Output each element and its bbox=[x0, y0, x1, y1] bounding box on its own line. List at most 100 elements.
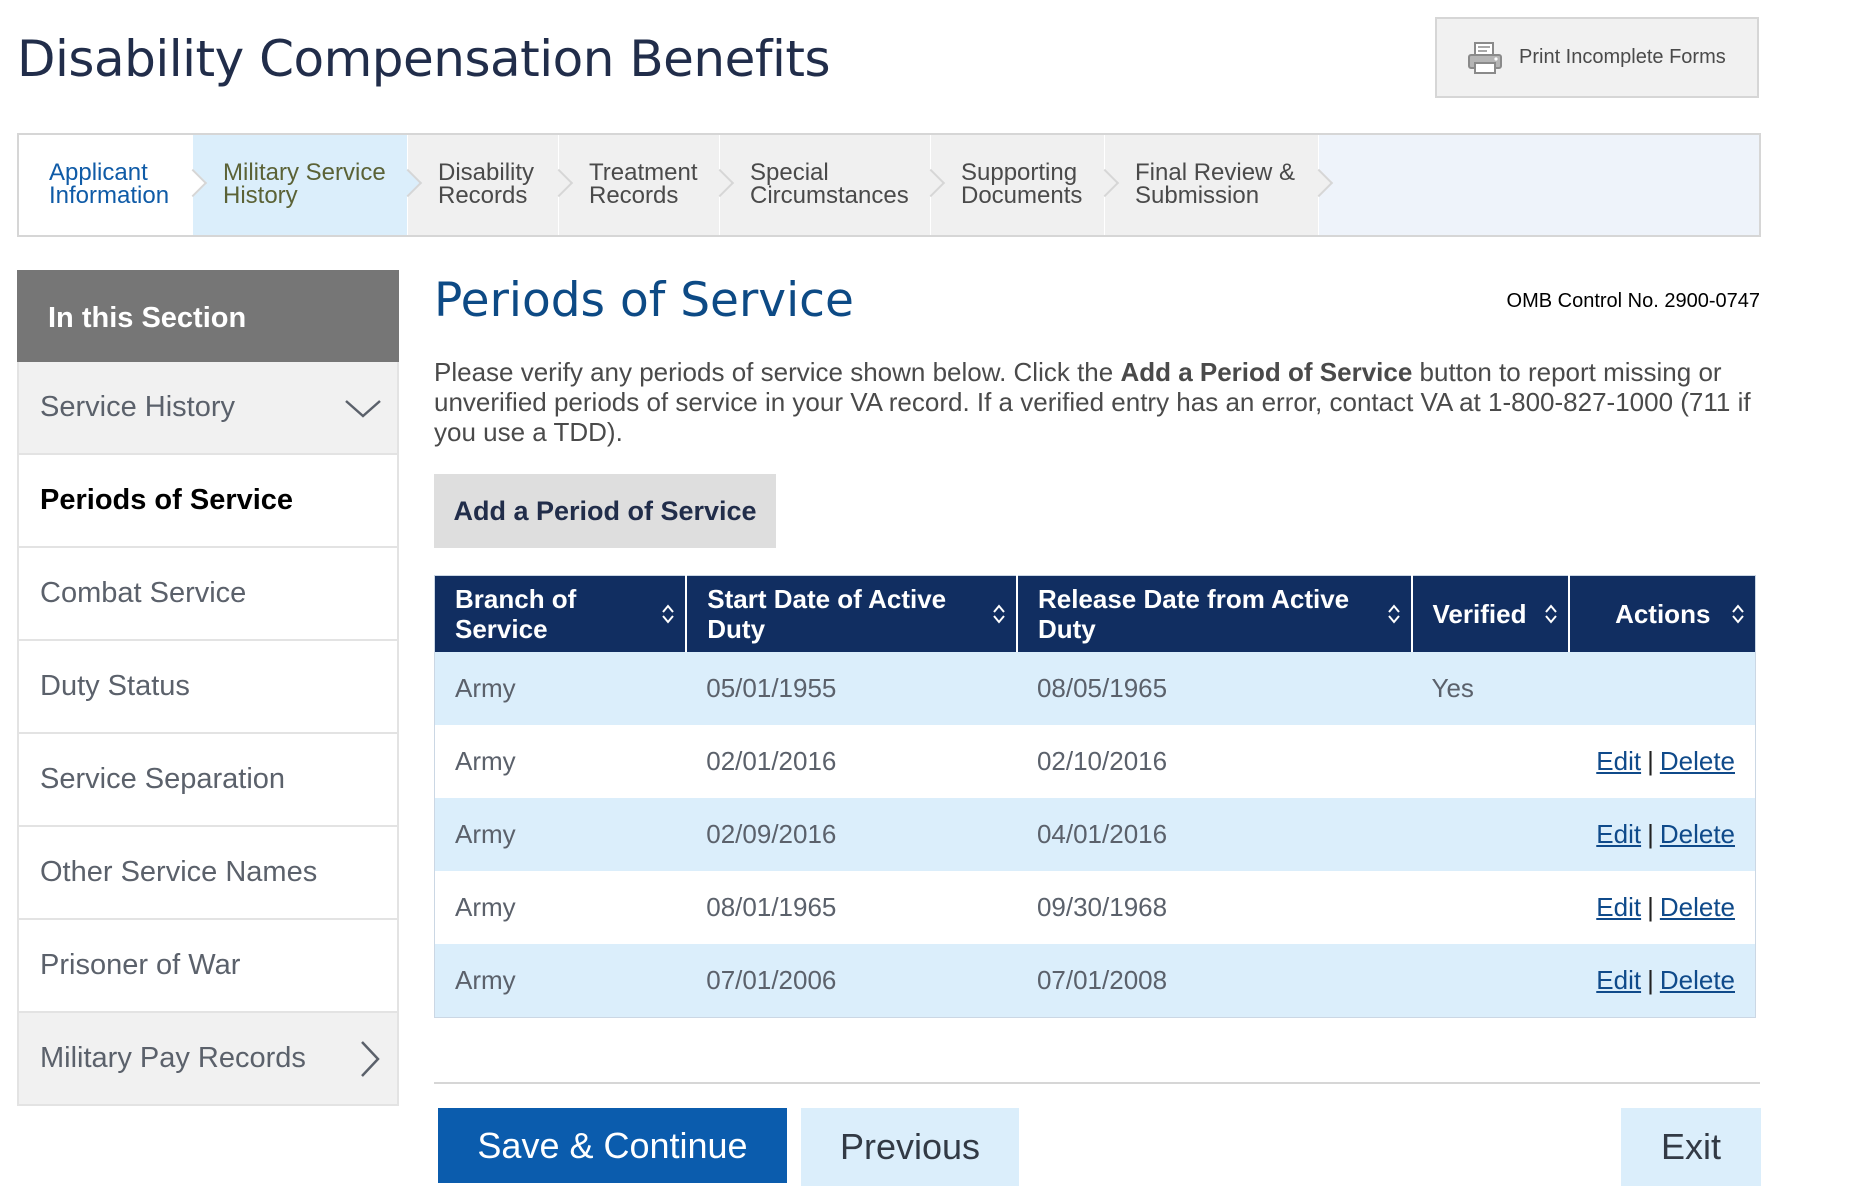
column-header-verified[interactable]: Verified bbox=[1411, 575, 1571, 652]
table-row: Army 07/01/2006 07/01/2008 Edit | Delete bbox=[434, 944, 1756, 1017]
sidebar-item-label: Other Service Names bbox=[40, 856, 318, 888]
tab-label-line1: Military Service bbox=[223, 159, 386, 186]
tab-applicant-information[interactable]: Applicant Information bbox=[19, 135, 193, 235]
sort-icon bbox=[1732, 604, 1744, 624]
tab-special-circumstances[interactable]: Special Circumstances bbox=[720, 135, 931, 235]
cell-branch: Army bbox=[434, 871, 687, 944]
add-period-of-service-button[interactable]: Add a Period of Service bbox=[434, 474, 776, 548]
tab-label-line1: Treatment bbox=[589, 159, 698, 186]
column-header-start-date[interactable]: Start Date of Active Duty bbox=[686, 575, 1018, 652]
action-separator: | bbox=[1647, 964, 1654, 995]
delete-link[interactable]: Delete bbox=[1660, 746, 1735, 776]
cell-actions bbox=[1569, 652, 1756, 725]
tab-military-service-history[interactable]: Military Service History bbox=[193, 135, 408, 235]
exit-button[interactable]: Exit bbox=[1621, 1108, 1761, 1186]
sidebar-item-label: Service History bbox=[40, 391, 235, 423]
sidebar-item-combat-service[interactable]: Combat Service bbox=[17, 548, 399, 641]
cell-verified: Yes bbox=[1411, 652, 1570, 725]
cell-release-date: 02/10/2016 bbox=[1016, 725, 1412, 798]
tab-label-line2: History bbox=[223, 182, 298, 209]
previous-button[interactable]: Previous bbox=[801, 1108, 1019, 1186]
sidebar-item-label: Prisoner of War bbox=[40, 949, 241, 981]
chevron-down-icon bbox=[345, 399, 381, 418]
cell-start-date: 05/01/1955 bbox=[686, 652, 1017, 725]
column-header-line2: Duty bbox=[707, 614, 766, 644]
section-title: Periods of Service bbox=[434, 273, 854, 328]
table-row: Army 02/09/2016 04/01/2016 Edit | Delete bbox=[434, 798, 1756, 871]
tab-treatment-records[interactable]: Treatment Records bbox=[559, 135, 720, 235]
table-row: Army 02/01/2016 02/10/2016 Edit | Delete bbox=[434, 725, 1756, 798]
delete-link[interactable]: Delete bbox=[1660, 965, 1735, 995]
section-sidebar: In this Section Service History Periods … bbox=[17, 270, 399, 1106]
sort-icon bbox=[1387, 604, 1400, 624]
tab-label-line2: Documents bbox=[961, 182, 1083, 209]
cell-branch: Army bbox=[434, 798, 687, 871]
cell-start-date: 07/01/2006 bbox=[686, 944, 1017, 1017]
sidebar-item-duty-status[interactable]: Duty Status bbox=[17, 641, 399, 734]
sidebar-item-other-service-names[interactable]: Other Service Names bbox=[17, 827, 399, 920]
column-header-line1: Branch of bbox=[455, 584, 577, 614]
sidebar-item-prisoner-of-war[interactable]: Prisoner of War bbox=[17, 920, 399, 1013]
sidebar-item-label: Duty Status bbox=[40, 670, 190, 702]
chevron-right-icon bbox=[361, 1040, 380, 1077]
action-separator: | bbox=[1647, 819, 1654, 849]
sidebar-item-label: Combat Service bbox=[40, 577, 247, 609]
cell-release-date: 07/01/2008 bbox=[1016, 944, 1412, 1017]
column-header-line1: Actions bbox=[1615, 599, 1711, 629]
column-header-line2: Service bbox=[455, 614, 548, 644]
sidebar-heading: In this Section bbox=[17, 270, 399, 374]
save-continue-button[interactable]: Save & Continue bbox=[438, 1108, 787, 1183]
tab-label-line1: Final Review & bbox=[1135, 159, 1296, 186]
progress-tabs: Applicant Information Military Service H… bbox=[17, 133, 1761, 237]
page-title: Disability Compensation Benefits bbox=[17, 30, 831, 88]
cell-release-date: 08/05/1965 bbox=[1016, 652, 1412, 725]
table-row: Army 05/01/1955 08/05/1965 Yes bbox=[434, 652, 1756, 725]
edit-link[interactable]: Edit bbox=[1596, 892, 1641, 922]
sidebar-item-service-separation[interactable]: Service Separation bbox=[17, 734, 399, 827]
edit-link[interactable]: Edit bbox=[1596, 819, 1641, 849]
intro-text-bold: Add a Period of Service bbox=[1120, 357, 1413, 387]
tab-final-review-submission[interactable]: Final Review & Submission bbox=[1105, 135, 1319, 235]
sidebar-item-military-pay-records[interactable]: Military Pay Records bbox=[17, 1013, 399, 1106]
column-header-line1: Start Date of Active bbox=[707, 584, 947, 614]
print-button-label: Print Incomplete Forms bbox=[1519, 46, 1726, 68]
column-header-line1: Release Date from Active bbox=[1037, 584, 1350, 614]
cell-release-date: 04/01/2016 bbox=[1016, 798, 1412, 871]
column-header-line2: Duty bbox=[1037, 614, 1096, 644]
footer-divider bbox=[434, 1082, 1760, 1084]
tab-label-line1: Special bbox=[750, 159, 829, 186]
cell-verified bbox=[1411, 944, 1570, 1017]
tab-label-line2: Information bbox=[49, 182, 170, 209]
sidebar-item-service-history[interactable]: Service History bbox=[17, 362, 399, 455]
table-header-row: Branch of Service Start Date of Active Dut… bbox=[434, 575, 1756, 652]
cell-release-date: 09/30/1968 bbox=[1016, 871, 1412, 944]
cell-actions: Edit | Delete bbox=[1569, 944, 1756, 1017]
sidebar-item-periods-of-service[interactable]: Periods of Service bbox=[17, 455, 399, 548]
intro-text-part1: Please verify any periods of service sho… bbox=[434, 357, 1121, 387]
action-separator: | bbox=[1647, 746, 1654, 776]
cell-verified bbox=[1411, 725, 1570, 798]
tab-disability-records[interactable]: Disability Records bbox=[408, 135, 559, 235]
cell-start-date: 08/01/1965 bbox=[686, 871, 1017, 944]
print-incomplete-forms-button[interactable]: Print Incomplete Forms bbox=[1435, 17, 1759, 98]
edit-link[interactable]: Edit bbox=[1596, 746, 1641, 776]
sort-icon bbox=[993, 604, 1005, 624]
column-header-release-date[interactable]: Release Date from Active Duty bbox=[1016, 575, 1413, 652]
column-header-actions[interactable]: Actions bbox=[1569, 575, 1756, 652]
cell-branch: Army bbox=[434, 652, 687, 725]
delete-link[interactable]: Delete bbox=[1660, 819, 1735, 849]
column-header-branch[interactable]: Branch of Service bbox=[434, 575, 688, 652]
periods-of-service-table: Branch of Service Start Date of Active Dut… bbox=[434, 575, 1756, 1018]
cell-start-date: 02/01/2016 bbox=[686, 725, 1017, 798]
tab-supporting-documents[interactable]: Supporting Documents bbox=[931, 135, 1105, 235]
delete-link[interactable]: Delete bbox=[1660, 892, 1735, 922]
cell-actions: Edit | Delete bbox=[1569, 725, 1756, 798]
tab-label-line2: Submission bbox=[1135, 182, 1260, 209]
printer-icon bbox=[1468, 41, 1502, 74]
cell-actions: Edit | Delete bbox=[1569, 798, 1756, 871]
tab-label-line2: Circumstances bbox=[750, 182, 909, 209]
cell-branch: Army bbox=[434, 725, 687, 798]
omb-control-number: OMB Control No. 2900-0747 bbox=[1506, 290, 1760, 312]
edit-link[interactable]: Edit bbox=[1596, 965, 1641, 995]
sort-icon bbox=[662, 604, 675, 624]
